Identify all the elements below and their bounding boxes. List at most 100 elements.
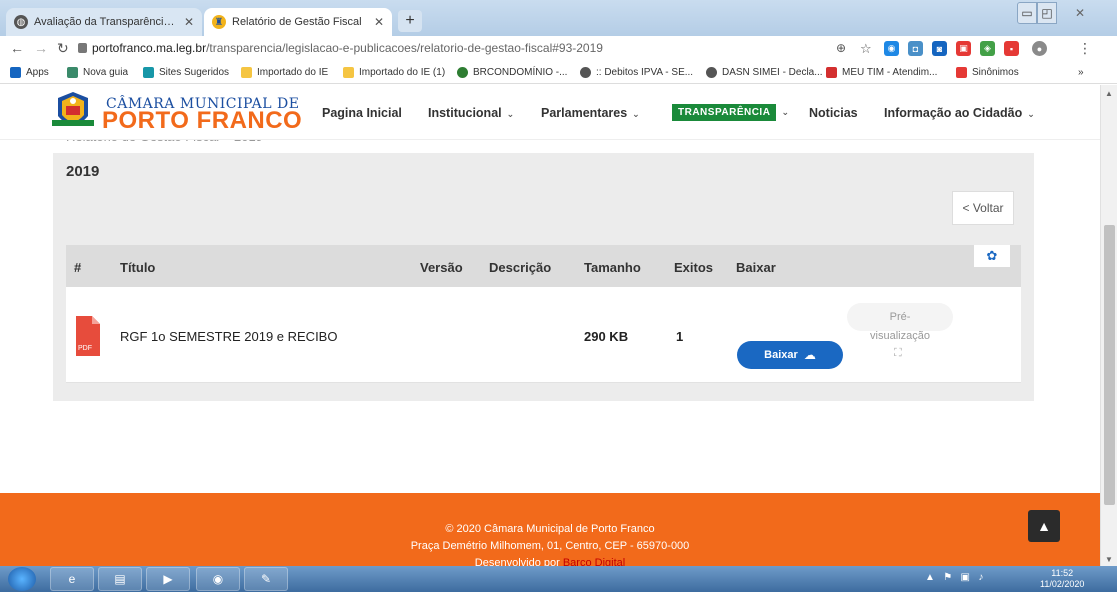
lock-icon [78, 43, 87, 53]
bookmark-item[interactable]: BRCONDOMÍNIO -... [457, 67, 567, 78]
bookmark-folder[interactable]: Importado do IE [241, 67, 328, 78]
url-path: /transparencia/legislacao-e-publicacoes/… [206, 41, 603, 55]
address-bar: ← → ↻ portofranco.ma.leg.br/transparenci… [0, 36, 1117, 62]
bookmarks-more-button[interactable]: » [1078, 67, 1084, 78]
col-version[interactable]: Versão [420, 260, 463, 275]
nav-label: Noticias [809, 106, 858, 120]
preview-button[interactable]: Pré- visualização ⛶ [846, 303, 954, 367]
nav-label: Informação ao Cidadão [884, 106, 1023, 120]
tab-title: Relatório de Gestão Fiscal [232, 16, 362, 28]
reload-icon[interactable]: ↻ [57, 40, 69, 57]
bookmark-item[interactable]: Nova guia [67, 67, 128, 78]
download-button[interactable]: Baixar ☁ [737, 341, 843, 369]
star-icon[interactable]: ☆ [860, 41, 872, 57]
close-window-icon[interactable]: ✕ [1060, 2, 1100, 24]
bing-icon [143, 67, 154, 78]
extension-icon[interactable]: ◉ [884, 41, 899, 56]
nav-noticias[interactable]: Noticias [809, 106, 858, 120]
scroll-up-icon[interactable]: ▲ [1105, 89, 1113, 98]
nav-informacao-cidadao[interactable]: Informação ao Cidadão ⌄ [884, 106, 1035, 120]
preview-scan-icon: ⛶ [894, 347, 902, 359]
globe-icon [706, 67, 717, 78]
extension-icon[interactable]: ◈ [980, 41, 995, 56]
start-button[interactable] [8, 567, 36, 591]
pdf-file-icon: PDF [76, 316, 100, 356]
maximize-window-icon[interactable]: ◰ [1037, 2, 1057, 24]
site-footer: © 2020 Câmara Municipal de Porto Franco … [0, 493, 1100, 566]
nav-institucional[interactable]: Institucional ⌄ [428, 106, 514, 120]
footer-developed-by: Desenvolvido por [474, 557, 560, 566]
clock-time: 11:52 [1051, 568, 1074, 578]
system-tray[interactable]: ▲ ⚑ ▣ ♪ [925, 572, 983, 583]
close-tab-icon[interactable]: ✕ [184, 15, 194, 29]
table-settings-button[interactable]: ✿ [974, 245, 1010, 267]
tab-avaliacao[interactable]: ◍ Avaliação da Transparência dos F ✕ [6, 8, 202, 36]
bookmark-label: :: Debitos IPVA - SE... [596, 67, 694, 78]
scroll-down-icon[interactable]: ▼ [1105, 555, 1113, 564]
bookmark-folder[interactable]: Importado do IE (1) [343, 67, 445, 78]
extension-icon[interactable]: ◙ [932, 41, 947, 56]
profile-avatar[interactable]: ● [1032, 41, 1047, 56]
scroll-to-top-button[interactable]: ▲ [1028, 510, 1060, 542]
bookmark-item[interactable]: Sinônimos [956, 67, 1019, 78]
footer-copyright: © 2020 Câmara Municipal de Porto Franco [445, 523, 655, 535]
extension-icon[interactable]: ▪ [1004, 41, 1019, 56]
nav-label: Parlamentares [541, 106, 628, 120]
globe-icon [580, 67, 591, 78]
tab-relatorio[interactable]: ♜ Relatório de Gestão Fiscal ✕ [204, 8, 392, 36]
extension-icon[interactable]: ◘ [908, 41, 923, 56]
tab-title: Avaliação da Transparência dos F [34, 16, 178, 28]
chrome-icon[interactable]: ◉ [196, 567, 240, 591]
footer-credits: Desenvolvido por Barco Digital [0, 557, 1100, 566]
row-title[interactable]: RGF 1o SEMESTRE 2019 e RECIBO [120, 329, 337, 344]
condo-icon [457, 67, 468, 78]
page-scrollbar[interactable]: ▲ ▼ [1100, 85, 1117, 566]
media-player-icon[interactable]: ▶ [146, 567, 190, 591]
bookmark-apps[interactable]: Apps [10, 67, 49, 78]
download-label: Baixar [764, 349, 798, 361]
back-arrow-icon[interactable]: ← [10, 40, 24, 56]
nav-parlamentares[interactable]: Parlamentares ⌄ [541, 106, 640, 120]
back-button[interactable]: < Voltar [952, 191, 1014, 225]
url-host: portofranco.ma.leg.br [92, 41, 207, 55]
forward-arrow-icon[interactable]: → [34, 40, 48, 56]
chevron-up-icon: ▲ [1037, 518, 1051, 534]
col-size[interactable]: Tamanho [584, 260, 641, 275]
year-heading: 2019 [66, 163, 100, 180]
chevron-down-icon: ⌄ [1027, 109, 1035, 119]
menu-dots-icon[interactable]: ⋮ [1078, 40, 1092, 57]
page-viewport: CÂMARA MUNICIPAL DE PORTO FRANCO Pagina … [0, 85, 1100, 566]
scrollbar-thumb[interactable] [1104, 225, 1115, 505]
bookmark-item[interactable]: Sites Sugeridos [143, 67, 229, 78]
bookmark-label: Apps [26, 67, 49, 78]
row-size: 290 KB [584, 329, 629, 344]
bookmark-item[interactable]: :: Debitos IPVA - SE... [580, 67, 693, 78]
footer-address: Praça Demétrio Milhomem, 01, Centro, CEP… [410, 540, 690, 552]
explorer-folder-icon[interactable]: ▤ [98, 567, 142, 591]
paint-icon[interactable]: ✎ [244, 567, 288, 591]
folder-icon [343, 67, 354, 78]
close-tab-icon[interactable]: ✕ [374, 15, 384, 29]
bookmark-label: MEU TIM - Atendim... [842, 67, 938, 78]
page-icon [67, 67, 78, 78]
bookmark-item[interactable]: MEU TIM - Atendim... [826, 67, 937, 78]
col-description[interactable]: Descrição [489, 260, 551, 275]
bookmark-label: Importado do IE [257, 67, 329, 78]
col-title[interactable]: Título [120, 260, 155, 275]
nav-home[interactable]: Pagina Inicial [322, 106, 402, 120]
col-hits[interactable]: Exitos [674, 260, 713, 275]
developer-link[interactable]: Barco Digital [563, 557, 625, 566]
bookmark-label: Sites Sugeridos [159, 67, 230, 78]
municipal-emblem-icon[interactable] [50, 90, 96, 136]
bookmark-item[interactable]: DASN SIMEI - Decla... [706, 67, 823, 78]
ie-icon[interactable]: e [50, 567, 94, 591]
extension-icon[interactable]: ▣ [956, 41, 971, 56]
bookmark-label: BRCONDOMÍNIO -... [473, 67, 568, 78]
zoom-icon[interactable]: ⊕ [836, 41, 846, 55]
minimize-window-icon[interactable]: ▭ [1017, 2, 1037, 24]
chevron-down-icon: ⌄ [632, 109, 640, 119]
new-tab-button[interactable]: + [398, 10, 422, 32]
taskbar-clock[interactable]: 11:52 11/02/2020 [1040, 568, 1084, 590]
nav-transparencia[interactable]: TRANSPARÊNCIA ⌄ [672, 104, 789, 121]
url-field[interactable]: portofranco.ma.leg.br/transparencia/legi… [92, 41, 603, 55]
